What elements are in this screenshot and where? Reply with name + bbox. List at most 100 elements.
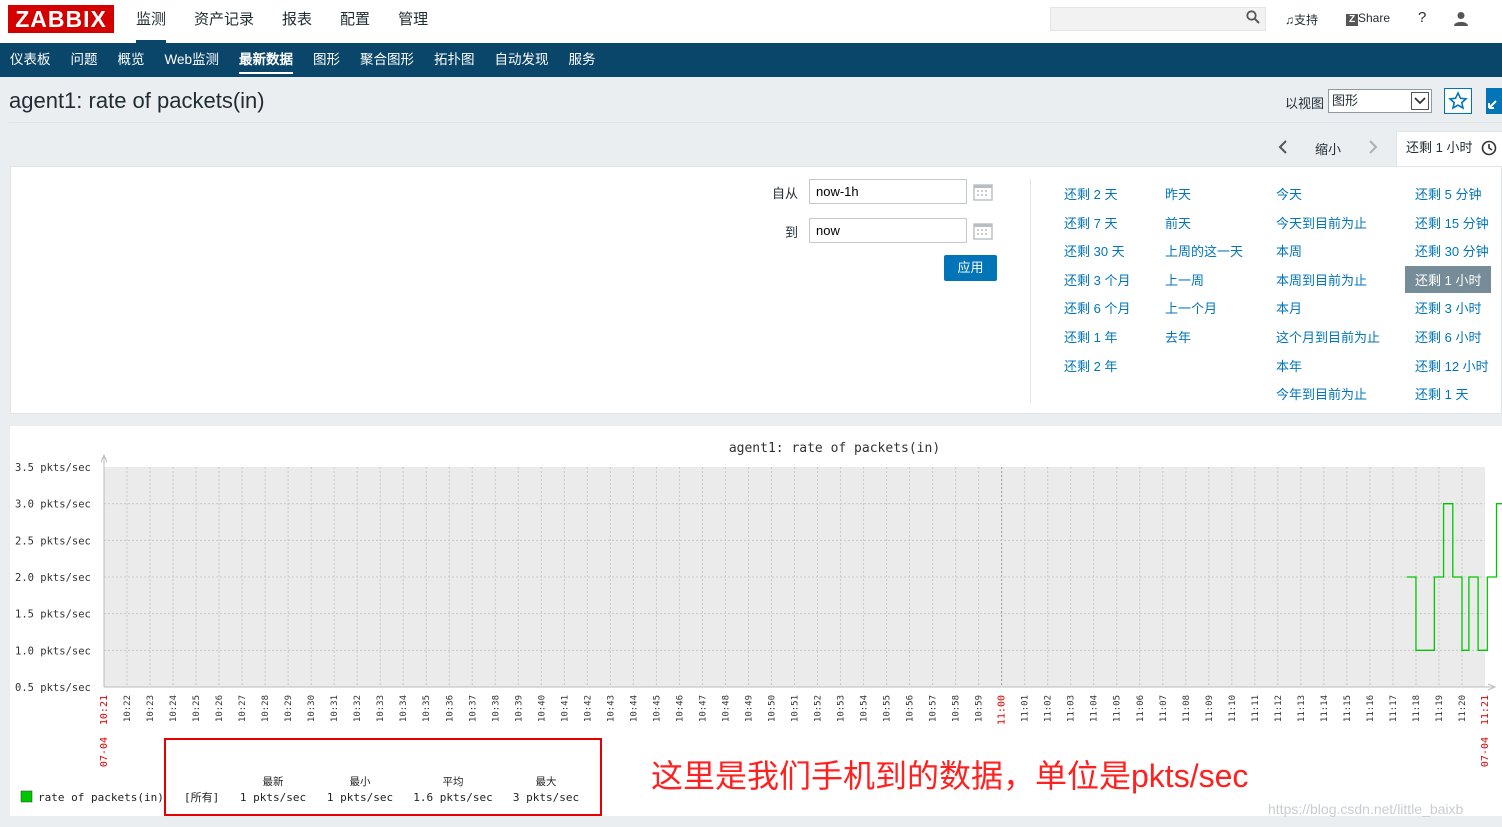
x-tick-label: 10:56 — [906, 695, 916, 722]
time-zoom-bar: 缩小 还剩 1 小时 — [1267, 131, 1502, 166]
x-tick-label: 10:24 — [169, 695, 179, 722]
subnav-dashboard[interactable]: 仪表板 — [0, 43, 61, 77]
subnav-problems[interactable]: 问题 — [61, 43, 108, 77]
quick-range-link[interactable]: 还剩 12 小时 — [1415, 356, 1489, 375]
user-profile-icon[interactable] — [1453, 11, 1469, 27]
quick-range-link[interactable]: 上周的这一天 — [1165, 241, 1243, 260]
chevron-left-icon[interactable] — [1277, 139, 1289, 155]
x-start-date-label: 07-04 — [99, 737, 110, 767]
subnav-web[interactable]: Web监测 — [155, 43, 230, 77]
x-start-time-label: 10:21 — [99, 695, 110, 725]
x-tick-label: 10:45 — [652, 695, 662, 722]
zabbix-logo[interactable]: ZABBIX — [8, 5, 114, 33]
filter-divider — [1030, 179, 1031, 403]
x-tick-label: 10:40 — [537, 695, 547, 722]
quick-range-link[interactable]: 还剩 6 个月 — [1064, 298, 1130, 317]
top-menu-inventory[interactable]: 资产记录 — [180, 0, 268, 43]
subnav-graphs[interactable]: 图形 — [303, 43, 350, 77]
apply-button[interactable]: 应用 — [944, 255, 997, 281]
x-tick-label: 11:09 — [1205, 695, 1215, 722]
quick-range-link[interactable]: 还剩 15 分钟 — [1415, 213, 1489, 232]
time-range-tab[interactable]: 还剩 1 小时 — [1396, 131, 1502, 166]
quick-range-link[interactable]: 还剩 1 小时 — [1405, 265, 1492, 293]
headset-icon: ♫ — [1285, 13, 1294, 27]
calendar-icon[interactable] — [973, 222, 993, 240]
legend-swatch — [20, 790, 33, 803]
from-input[interactable] — [809, 179, 967, 204]
view-as-select[interactable]: 图形 — [1328, 89, 1432, 113]
support-link[interactable]: ♫支持 — [1285, 11, 1318, 28]
star-icon — [1448, 91, 1468, 110]
quick-range-link[interactable]: 本年 — [1276, 356, 1302, 375]
x-tick-label: 11:14 — [1320, 695, 1330, 722]
x-tick-label: 10:37 — [468, 695, 478, 722]
quick-range-link[interactable]: 今天 — [1276, 184, 1302, 203]
top-menu-administration[interactable]: 管理 — [384, 0, 442, 43]
top-menu-monitoring[interactable]: 监测 — [122, 0, 180, 43]
x-tick-label: 10:55 — [883, 695, 893, 722]
quick-range-link[interactable]: 还剩 3 小时 — [1415, 298, 1481, 317]
x-end-time-label: 11:21 — [1480, 695, 1491, 725]
x-tick-label: 10:39 — [514, 695, 524, 722]
search-input[interactable] — [1050, 7, 1266, 31]
quick-range-link[interactable]: 本周 — [1276, 241, 1302, 260]
subnav-services[interactable]: 服务 — [559, 43, 606, 77]
subnav-latest-data[interactable]: 最新数据 — [229, 43, 303, 77]
y-tick-label: 0.5 pkts/sec — [15, 682, 91, 694]
annotation-text: 这里是我们手机到的数据，单位是pkts/sec — [651, 758, 1249, 794]
quick-range-link[interactable]: 这个月到目前为止 — [1276, 327, 1380, 346]
quick-range-link[interactable]: 还剩 1 年 — [1064, 327, 1117, 346]
quick-range-link[interactable]: 前天 — [1165, 213, 1191, 232]
x-tick-label: 10:46 — [675, 695, 685, 722]
x-tick-label: 10:32 — [353, 695, 363, 722]
x-tick-label: 10:52 — [814, 695, 824, 722]
x-tick-label: 10:59 — [975, 695, 985, 722]
subnav-overview[interactable]: 概览 — [108, 43, 155, 77]
quick-range-link[interactable]: 上一周 — [1165, 270, 1204, 289]
quick-range-link[interactable]: 去年 — [1165, 327, 1191, 346]
quick-range-link[interactable]: 今年到目前为止 — [1276, 384, 1367, 403]
x-tick-label: 11:10 — [1228, 695, 1238, 722]
quick-range-link[interactable]: 今天到目前为止 — [1276, 213, 1367, 232]
quick-range-link[interactable]: 上一个月 — [1165, 298, 1217, 317]
calendar-icon[interactable] — [973, 183, 993, 201]
quick-range-link[interactable]: 还剩 7 天 — [1064, 213, 1117, 232]
quick-range-link[interactable]: 还剩 6 小时 — [1415, 327, 1481, 346]
x-tick-label: 10:50 — [767, 695, 777, 722]
top-menu-configuration[interactable]: 配置 — [326, 0, 384, 43]
subnav-discovery[interactable]: 自动发现 — [485, 43, 559, 77]
x-tick-label: 10:53 — [837, 695, 847, 722]
y-tick-label: 1.0 pkts/sec — [15, 645, 91, 657]
top-menu-reports[interactable]: 报表 — [268, 0, 326, 43]
subnav-maps[interactable]: 拓扑图 — [424, 43, 485, 77]
add-to-favourites-button[interactable] — [1444, 88, 1472, 114]
y-tick-label: 2.0 pkts/sec — [15, 572, 91, 584]
quick-range-link[interactable]: 还剩 5 分钟 — [1415, 184, 1481, 203]
legend-series-name: rate of packets(in) — [38, 791, 164, 804]
quick-range-link[interactable]: 还剩 1 天 — [1415, 384, 1468, 403]
subnav-screens[interactable]: 聚合图形 — [350, 43, 424, 77]
help-link[interactable]: ? — [1418, 9, 1426, 26]
x-tick-label: 10:41 — [560, 695, 570, 722]
quick-range-link[interactable]: 本月 — [1276, 298, 1302, 317]
chevron-down-icon — [1411, 92, 1429, 110]
quick-range-link[interactable]: 还剩 30 天 — [1064, 241, 1125, 260]
zoom-out-button[interactable]: 缩小 — [1315, 139, 1341, 158]
quick-range-link[interactable]: 还剩 30 分钟 — [1415, 241, 1489, 260]
chevron-right-icon[interactable] — [1367, 139, 1379, 155]
x-end-date-label: 07-04 — [1480, 737, 1491, 767]
title-separator — [9, 122, 1502, 123]
share-link[interactable]: Z Share — [1346, 11, 1390, 26]
fullscreen-button[interactable] — [1486, 88, 1502, 114]
quick-range-link[interactable]: 昨天 — [1165, 184, 1191, 203]
quick-range-link[interactable]: 本周到目前为止 — [1276, 270, 1367, 289]
quick-range-link[interactable]: 还剩 3 个月 — [1064, 270, 1130, 289]
quick-range-link[interactable]: 还剩 2 年 — [1064, 356, 1117, 375]
from-label: 自从 — [772, 186, 799, 201]
x-tick-label: 10:22 — [123, 695, 133, 722]
quick-range-link[interactable]: 还剩 2 天 — [1064, 184, 1117, 203]
x-tick-label: 11:20 — [1458, 695, 1468, 722]
to-input[interactable] — [809, 218, 967, 243]
search-icon[interactable] — [1246, 10, 1260, 24]
x-tick-label: 10:31 — [330, 695, 340, 722]
